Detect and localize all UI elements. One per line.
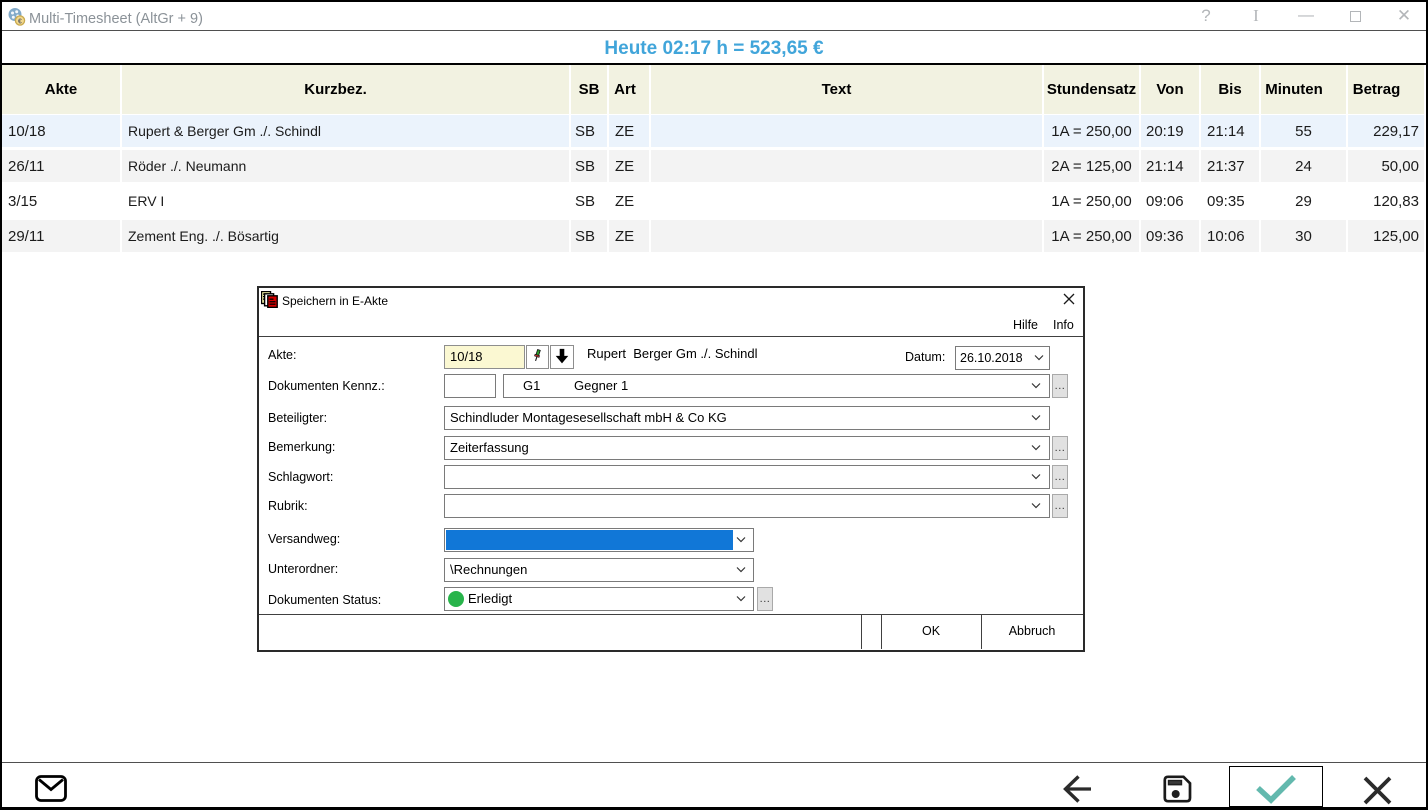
svg-text:€: € (18, 18, 22, 25)
